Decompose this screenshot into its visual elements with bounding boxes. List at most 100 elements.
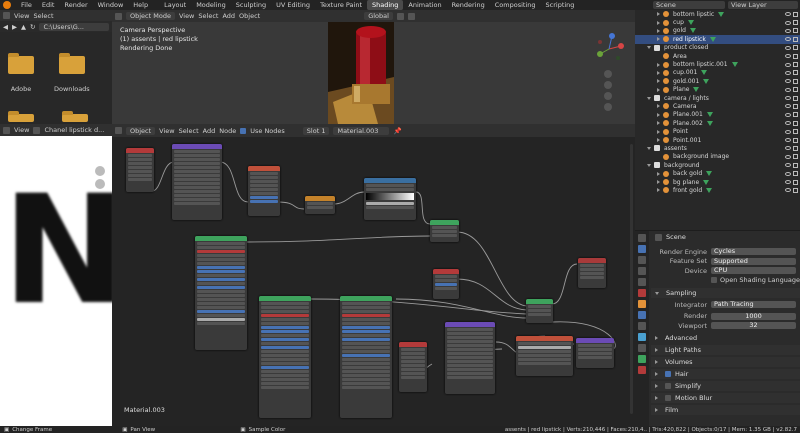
visibility-eye-icon[interactable] [785,180,791,184]
expand-arrow-icon[interactable] [657,188,660,193]
folder-item-partial[interactable] [8,111,88,122]
viewport-3d[interactable]: Object Mode View Select Add Object Globa… [112,10,635,124]
viewport-add-menu[interactable]: Add [222,12,235,20]
outliner-row[interactable]: product closed [635,44,800,52]
film-section[interactable]: Film [651,404,800,415]
visibility-eye-icon[interactable] [785,146,791,151]
feature-set-dropdown[interactable]: Supported [711,257,796,265]
tab-modeling[interactable]: Modeling [191,0,231,10]
shader-node-editor[interactable]: Object View Select Add Node Use Nodes Sl… [112,124,635,426]
expand-arrow-icon[interactable] [657,79,660,84]
outliner-row[interactable]: background image [635,153,800,161]
menu-edit[interactable]: Edit [37,0,60,10]
render-camera-icon[interactable] [793,137,798,143]
volumes-section[interactable]: Volumes [651,356,800,367]
scene-tab-icon[interactable] [638,278,646,286]
node-principled-bsdf-left[interactable] [195,236,247,350]
collapse-arrow-icon[interactable] [647,146,651,150]
mode-selector[interactable]: Object Mode [126,12,175,20]
mesh-data-icon[interactable] [701,70,708,76]
image-view-menu[interactable]: View [14,126,29,134]
render-camera-icon[interactable] [793,28,798,34]
tab-uv-editing[interactable]: UV Editing [271,0,315,10]
file-view-menu[interactable]: View [14,12,29,20]
visibility-eye-icon[interactable] [785,154,791,159]
back-arrow-icon[interactable]: ◀ [3,23,8,31]
visibility-eye-icon[interactable] [785,79,791,84]
visibility-eye-icon[interactable] [785,37,791,42]
render-camera-icon[interactable] [793,179,798,185]
outliner-row[interactable]: bottom lipstic.001 [635,60,800,68]
render-camera-icon[interactable] [793,171,798,177]
visibility-eye-icon[interactable] [785,54,791,59]
simplify-section[interactable]: Simplify [651,380,800,391]
integrator-dropdown[interactable]: Path Tracing [711,301,796,309]
pan-icon[interactable] [95,179,105,189]
sampling-section-header[interactable]: Sampling [651,288,800,298]
view-layer-selector[interactable]: View Layer [728,1,798,9]
visibility-eye-icon[interactable] [785,45,791,50]
viewport-object-menu[interactable]: Object [239,12,260,20]
outliner-row[interactable]: Area [635,52,800,60]
mesh-data-icon[interactable] [706,171,713,177]
tab-shading[interactable]: Shading [367,0,404,10]
render-camera-icon[interactable] [793,154,798,160]
node-layer-weight[interactable] [433,269,459,299]
outliner-row[interactable]: assents [635,144,800,152]
object-tab-icon[interactable] [638,300,646,308]
expand-arrow-icon[interactable] [657,20,660,25]
osl-checkbox[interactable] [711,277,717,284]
render-camera-icon[interactable] [793,120,798,126]
mesh-data-icon[interactable] [689,28,696,34]
snap-icon[interactable] [396,12,404,20]
blender-logo-icon[interactable] [3,1,11,9]
collapse-arrow-icon[interactable] [647,46,651,50]
particles-tab-icon[interactable] [638,322,646,330]
mesh-data-icon[interactable] [687,20,694,26]
expand-arrow-icon[interactable] [657,112,660,117]
device-dropdown[interactable]: CPU [711,267,796,275]
expand-arrow-icon[interactable] [657,171,660,176]
outliner-row[interactable]: background [635,161,800,169]
node-editor-scrollbar[interactable] [630,144,633,414]
expand-arrow-icon[interactable] [657,12,660,17]
navigation-gizmo[interactable] [592,32,626,66]
grid-icon[interactable] [604,103,612,111]
render-tab-icon[interactable] [638,245,646,253]
outliner-row[interactable]: front gold [635,186,800,194]
editor-type-icon[interactable] [3,12,10,19]
tool-tab-icon[interactable] [638,234,646,242]
editor-type-icon[interactable] [115,12,122,20]
mesh-data-icon[interactable] [706,112,713,118]
mesh-data-icon[interactable] [703,78,710,84]
data-tab-icon[interactable] [638,355,646,363]
node-principled-bsdf-mid[interactable] [259,296,311,418]
expand-arrow-icon[interactable] [657,87,660,92]
outliner-row[interactable]: red lipstick [635,35,800,44]
visibility-eye-icon[interactable] [785,20,791,25]
collapse-arrow-icon[interactable] [647,96,651,100]
node-material-output[interactable] [578,258,606,288]
refresh-icon[interactable]: ↻ [30,23,35,31]
expand-arrow-icon[interactable] [657,70,660,75]
expand-arrow-icon[interactable] [657,62,660,67]
expand-arrow-icon[interactable] [657,180,660,184]
editor-type-icon[interactable] [3,126,10,134]
node-displacement[interactable] [576,338,614,368]
visibility-eye-icon[interactable] [785,62,791,67]
collapse-arrow-icon[interactable] [647,163,651,167]
expand-arrow-icon[interactable] [657,138,660,143]
expand-arrow-icon[interactable] [657,104,660,109]
mesh-data-icon[interactable] [709,36,716,42]
node-texture-coordinate-2[interactable] [399,342,427,392]
outliner-row[interactable]: Plane.002 [635,119,800,127]
hair-section[interactable]: Hair [651,368,800,379]
render-camera-icon[interactable] [793,78,798,84]
visibility-eye-icon[interactable] [785,70,791,75]
outliner-row[interactable]: cup [635,18,800,26]
outliner-row[interactable]: gold.001 [635,77,800,85]
mesh-data-icon[interactable] [703,179,710,185]
light-paths-section[interactable]: Light Paths [651,344,800,355]
tab-compositing[interactable]: Compositing [490,0,541,10]
node-image-texture[interactable] [248,166,280,216]
